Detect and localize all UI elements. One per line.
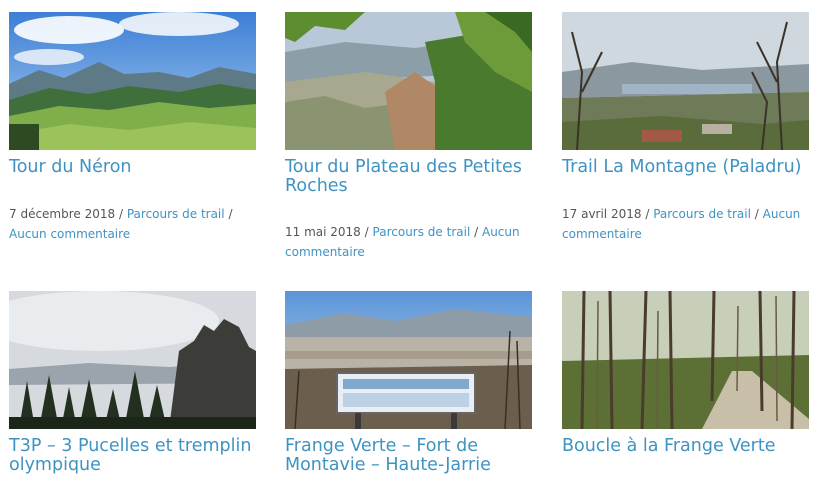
post-date: 11 mai 2018 xyxy=(285,225,361,239)
post-card: Tour du Plateau des Petites Roches 11 ma… xyxy=(285,12,532,262)
post-date: 7 décembre 2018 xyxy=(9,207,116,221)
rock-peaks-forest-image xyxy=(9,291,256,429)
meta-separator: / xyxy=(118,207,124,221)
post-title-link[interactable]: Boucle à la Frange Verte xyxy=(562,437,809,456)
post-thumbnail[interactable] xyxy=(562,12,809,150)
post-category-link[interactable]: Parcours de trail xyxy=(653,207,751,221)
post-category-link[interactable]: Parcours de trail xyxy=(127,207,225,221)
meta-separator: / xyxy=(364,225,369,239)
meta-separator: / xyxy=(228,207,233,221)
post-thumbnail[interactable] xyxy=(285,12,532,150)
cliff-valley-image xyxy=(285,12,532,150)
post-card: Tour du Néron 7 décembre 2018 / Parcours… xyxy=(9,12,256,244)
post-title-link[interactable]: Frange Verte – Fort de Montavie – Haute-… xyxy=(285,437,532,475)
post-card: Frange Verte – Fort de Montavie – Haute-… xyxy=(285,291,532,475)
forest-path-image xyxy=(562,291,809,429)
post-meta: 7 décembre 2018 / Parcours de trail / Au… xyxy=(9,204,256,244)
post-thumbnail[interactable] xyxy=(9,291,256,429)
post-thumbnail[interactable] xyxy=(562,291,809,429)
post-title-link[interactable]: T3P – 3 Pucelles et tremplin olympique xyxy=(9,437,256,475)
post-date: 17 avril 2018 xyxy=(562,207,642,221)
post-title-link[interactable]: Trail La Montagne (Paladru) xyxy=(562,158,809,177)
post-meta: 17 avril 2018 / Parcours de trail / Aucu… xyxy=(562,204,809,244)
meta-separator: / xyxy=(474,225,479,239)
mountain-meadow-image xyxy=(9,12,256,150)
post-thumbnail[interactable] xyxy=(9,12,256,150)
post-card: Trail La Montagne (Paladru) 17 avril 201… xyxy=(562,12,809,244)
post-meta: 11 mai 2018 / Parcours de trail / Aucun … xyxy=(285,222,532,262)
post-title-link[interactable]: Tour du Néron xyxy=(9,158,256,177)
meta-separator: / xyxy=(645,207,650,221)
post-card: T3P – 3 Pucelles et tremplin olympique xyxy=(9,291,256,475)
city-panorama-sign-image xyxy=(285,291,532,429)
post-thumbnail[interactable] xyxy=(285,291,532,429)
post-card: Boucle à la Frange Verte xyxy=(562,291,809,456)
post-title-link[interactable]: Tour du Plateau des Petites Roches xyxy=(285,158,532,196)
post-category-link[interactable]: Parcours de trail xyxy=(373,225,471,239)
post-comments-link[interactable]: Aucun commentaire xyxy=(9,227,130,241)
meta-separator: / xyxy=(754,207,759,221)
lake-village-image xyxy=(562,12,809,150)
